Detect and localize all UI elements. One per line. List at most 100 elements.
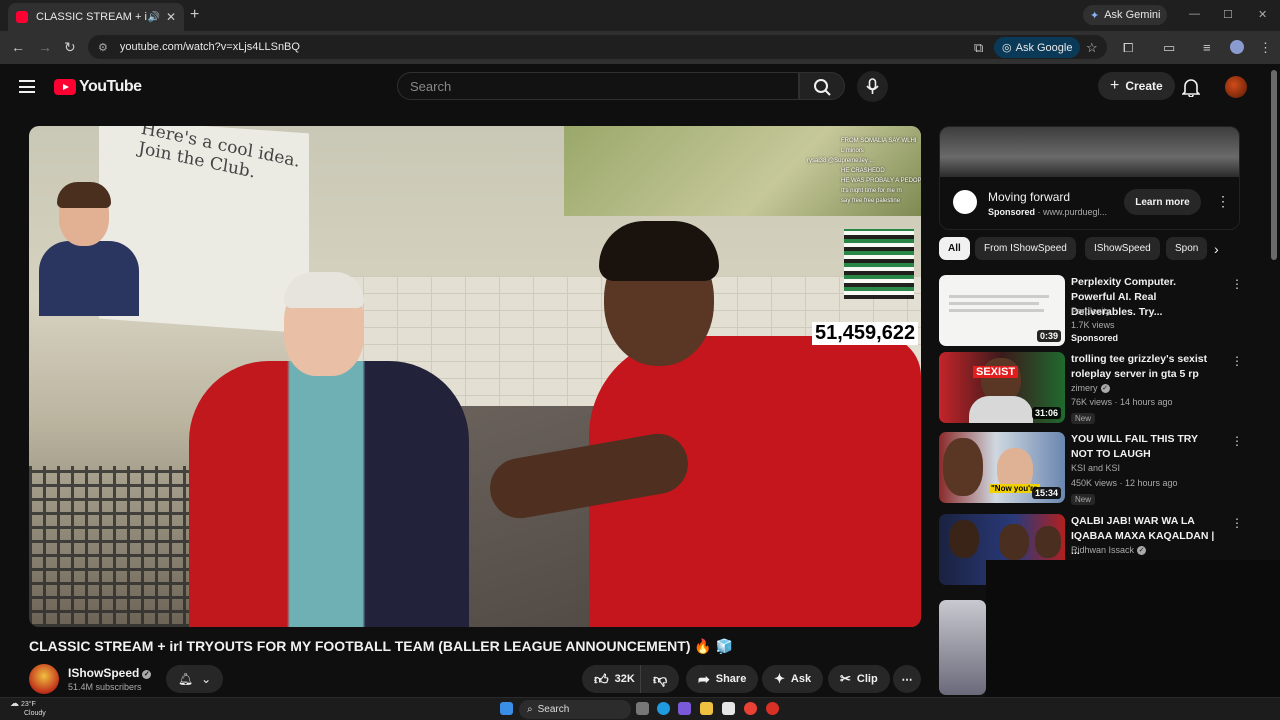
- address-bar[interactable]: ⚙ youtube.com/watch?v=xLjs4LLSnBQ: [88, 35, 1107, 59]
- youtube-logo[interactable]: YouTube: [54, 78, 142, 96]
- search-input[interactable]: Search: [397, 72, 799, 100]
- recommendation-item[interactable]: "Now you're 15:34 YOU WILL FAIL THIS TRY…: [939, 432, 1249, 505]
- back-icon[interactable]: ←: [11, 39, 25, 55]
- bell-icon: [1181, 79, 1201, 98]
- site-info-icon[interactable]: ⚙: [98, 41, 108, 54]
- account-avatar[interactable]: [1225, 76, 1247, 98]
- google-lens-icon: ◎: [1002, 42, 1012, 54]
- chip-sponsored[interactable]: Spon: [1166, 237, 1208, 260]
- youtube-wordmark: YouTube: [79, 78, 142, 95]
- create-button[interactable]: + Create: [1098, 72, 1175, 100]
- clip-label: Clip: [856, 673, 878, 685]
- dislike-button[interactable]: 👎︎: [640, 665, 680, 693]
- chrome-icon[interactable]: [744, 702, 757, 715]
- more-vertical-icon[interactable]: ⋮: [1231, 354, 1243, 368]
- video-duration: 31:06: [1031, 407, 1061, 419]
- taskbar-search-label: Search: [537, 704, 570, 715]
- speaker-icon[interactable]: 🔊: [147, 12, 159, 23]
- verified-icon: ✓: [1137, 546, 1147, 555]
- more-vertical-icon[interactable]: ⋮: [1231, 516, 1243, 530]
- tab-title: CLASSIC STREAM + irl TRYO: [36, 11, 147, 23]
- ask-gemini-button[interactable]: ✦ Ask Gemini: [1083, 5, 1168, 25]
- minimize-icon[interactable]: —: [1189, 8, 1200, 20]
- bookmark-star-icon[interactable]: ☆: [1086, 40, 1098, 56]
- close-tab-icon[interactable]: ✕: [166, 10, 176, 24]
- extensions-icon[interactable]: ⧠: [1123, 40, 1133, 56]
- recommendation-item[interactable]: 0:39 Perplexity Computer. Powerful AI. R…: [939, 275, 1249, 347]
- copilot-icon[interactable]: [678, 702, 691, 715]
- verified-icon: ✓: [142, 670, 152, 679]
- chat-line: HE WAS PROBALY A PEDOPHILE: [841, 178, 921, 184]
- notifications-button[interactable]: [1181, 77, 1201, 102]
- weather-widget[interactable]: ☁ 23°F Cloudy: [10, 699, 46, 718]
- share-button[interactable]: ➦ Share: [686, 665, 759, 693]
- video-meta: 76K views · 14 hours ago: [1071, 397, 1173, 407]
- chip-from-ishowspeed[interactable]: From IShowSpeed: [975, 237, 1076, 260]
- forward-icon[interactable]: →: [38, 39, 52, 55]
- browser-menu-icon[interactable]: ⋮: [1259, 40, 1272, 56]
- search-button[interactable]: [799, 72, 845, 100]
- video-thumbnail[interactable]: 0:39: [939, 275, 1065, 346]
- ad-menu-icon[interactable]: ⋮: [1216, 193, 1230, 210]
- file-explorer-icon[interactable]: [700, 702, 713, 715]
- page-scrollbar[interactable]: [1271, 70, 1277, 260]
- taskbar-search[interactable]: ⌕ Search: [519, 700, 631, 719]
- cast-icon[interactable]: ⧉: [974, 40, 983, 56]
- search-icon: ⌕: [527, 704, 533, 715]
- voice-search-button[interactable]: [857, 71, 888, 102]
- subscriber-count: 51.4M subscribers: [68, 682, 142, 692]
- video-player[interactable]: Here's a cool idea. Join the Club. FROM S…: [29, 126, 921, 627]
- store-icon[interactable]: [722, 702, 735, 715]
- search-placeholder: Search: [410, 78, 452, 94]
- chat-line: say free free palestine: [841, 198, 901, 204]
- scissors-icon: ✂: [840, 671, 851, 686]
- chip-all[interactable]: All: [939, 237, 970, 260]
- video-thumbnail[interactable]: [939, 600, 986, 695]
- more-vertical-icon[interactable]: ⋮: [1231, 434, 1243, 448]
- video-thumbnail[interactable]: SEXIST 31:06: [939, 352, 1065, 423]
- more-horizontal-icon: ⋯: [901, 673, 913, 686]
- overlay-count: 51,459,622: [812, 322, 919, 345]
- ad-sponsor-line: Sponsored · www.purduegl...: [988, 207, 1107, 217]
- recommendation-item[interactable]: [939, 600, 1249, 695]
- media-control-icon[interactable]: ≡: [1203, 40, 1211, 55]
- new-tab-icon[interactable]: +: [190, 6, 199, 24]
- more-vertical-icon[interactable]: ⋮: [1231, 277, 1243, 291]
- sponsored-ad-card[interactable]: Moving forward Sponsored · www.purduegl.…: [939, 126, 1240, 230]
- channel-name[interactable]: IShowSpeed ✓: [68, 666, 152, 680]
- maximize-icon[interactable]: ☐: [1223, 8, 1233, 21]
- chevron-right-icon[interactable]: ›: [1214, 241, 1219, 257]
- like-button[interactable]: 👍︎ 32K: [582, 665, 645, 693]
- learn-more-button[interactable]: Learn more: [1124, 189, 1201, 215]
- chat-line: HE CRASHEDD: [841, 168, 885, 174]
- ask-google-button[interactable]: ◎ Ask Google: [994, 37, 1081, 58]
- more-actions-button[interactable]: ⋯: [893, 665, 921, 693]
- ask-button[interactable]: ✦ Ask: [762, 665, 824, 693]
- profile-avatar-icon[interactable]: [1230, 40, 1244, 54]
- task-view-icon[interactable]: [636, 702, 649, 715]
- chip-ishowspeed[interactable]: IShowSpeed: [1085, 237, 1160, 260]
- new-badge: New: [1071, 494, 1096, 505]
- video-thumbnail[interactable]: "Now you're 15:34: [939, 432, 1065, 503]
- ask-gemini-label: Ask Gemini: [1104, 9, 1161, 21]
- video-frame-kid: [39, 182, 139, 316]
- reload-icon[interactable]: ↻: [64, 39, 76, 56]
- youtube-favicon-icon: [16, 11, 28, 23]
- bell-icon: 🔔︎: [177, 672, 194, 686]
- close-window-icon[interactable]: ✕: [1258, 8, 1267, 21]
- youtube-header: YouTube Search + Create: [0, 64, 1280, 110]
- clip-button[interactable]: ✂ Clip: [828, 665, 890, 693]
- subscription-notifications-button[interactable]: 🔔︎ ⌄: [166, 665, 223, 693]
- url-text: youtube.com/watch?v=xLjs4LLSnBQ: [119, 41, 300, 53]
- chrome-profile-icon[interactable]: [766, 702, 779, 715]
- menu-icon[interactable]: [19, 80, 35, 93]
- windows-start-icon[interactable]: [500, 702, 513, 715]
- ask-label: Ask: [790, 673, 812, 685]
- channel-avatar[interactable]: [29, 664, 59, 694]
- edge-icon[interactable]: [657, 702, 670, 715]
- recommendation-item[interactable]: SEXIST 31:06 trolling tee grizzley's sex…: [939, 352, 1249, 424]
- browser-tab[interactable]: CLASSIC STREAM + irl TRYO 🔊 ✕: [8, 3, 184, 31]
- weather-temp: 23°F: [20, 701, 36, 708]
- chat-line: It's night time for me rn: [841, 188, 902, 194]
- split-view-icon[interactable]: ▭: [1163, 40, 1175, 56]
